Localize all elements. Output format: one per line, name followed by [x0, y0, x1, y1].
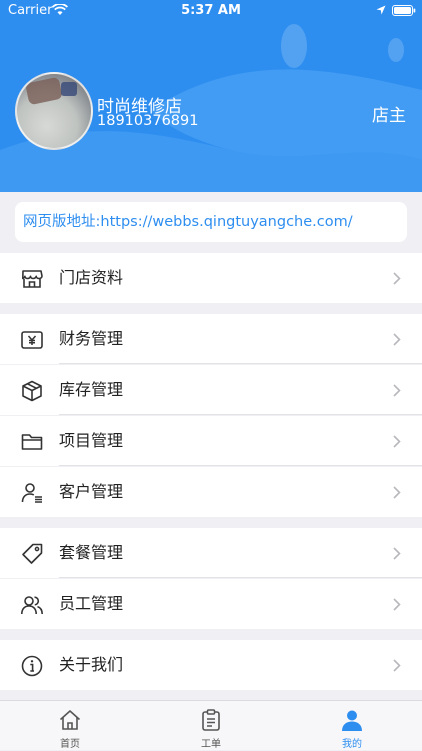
menu-item-label: 门店资料 — [59, 268, 124, 287]
chevron-right-icon — [393, 547, 401, 560]
menu-item-store-info[interactable]: 门店资料 — [0, 253, 422, 303]
menu-item-about[interactable]: 关于我们 — [0, 640, 422, 690]
tab-label: 工单 — [201, 739, 221, 750]
divider — [59, 577, 422, 578]
customer-list-icon — [21, 483, 42, 503]
status-bar: Carrier 5:37 AM — [0, 0, 422, 22]
menu-item-label: 项目管理 — [59, 431, 124, 450]
chevron-right-icon — [393, 659, 401, 672]
menu-item-inventory[interactable]: 库存管理 — [0, 365, 422, 415]
yen-icon — [21, 331, 43, 349]
tab-work-orders[interactable]: 工单 — [141, 701, 281, 751]
tag-icon — [22, 543, 43, 564]
tab-label: 我的 — [342, 739, 362, 750]
home-icon — [59, 710, 81, 730]
menu-item-label: 员工管理 — [59, 594, 124, 613]
profile-header: Carrier 5:37 AM 时尚维修店 18910376891 店主 — [0, 0, 422, 192]
staff-icon — [21, 596, 43, 615]
menu-item-finance[interactable]: 财务管理 — [0, 314, 422, 364]
location-arrow-icon — [376, 5, 386, 15]
clock: 5:37 AM — [181, 3, 241, 18]
avatar[interactable] — [15, 72, 93, 150]
menu-item-label: 库存管理 — [59, 380, 124, 399]
box-icon — [22, 380, 42, 402]
menu-item-label: 关于我们 — [59, 655, 124, 674]
clipboard-icon — [202, 709, 220, 731]
tab-mine[interactable]: 我的 — [282, 701, 422, 751]
chevron-right-icon — [393, 384, 401, 397]
folder-icon — [21, 434, 43, 450]
chevron-right-icon — [393, 272, 401, 285]
chevron-right-icon — [393, 486, 401, 499]
menu-item-projects[interactable]: 项目管理 — [0, 416, 422, 466]
divider — [59, 363, 422, 364]
menu-item-staff[interactable]: 员工管理 — [0, 579, 422, 629]
menu-item-label: 财务管理 — [59, 329, 124, 348]
web-url-card[interactable]: 网页版地址:https://webbs.qingtuyangche.com/ — [15, 202, 407, 242]
shop-phone: 18910376891 — [97, 113, 199, 129]
user-icon — [342, 710, 362, 731]
chevron-right-icon — [393, 435, 401, 448]
info-icon — [21, 655, 43, 677]
role-badge: 店主 — [372, 106, 406, 126]
tab-home[interactable]: 首页 — [0, 701, 140, 751]
chevron-right-icon — [393, 598, 401, 611]
menu-item-label: 套餐管理 — [59, 543, 124, 562]
tab-bar: 首页 工单 我的 — [0, 700, 422, 750]
menu-item-label: 客户管理 — [59, 482, 124, 501]
chevron-right-icon — [393, 333, 401, 346]
battery-icon — [392, 5, 416, 16]
divider — [59, 465, 422, 466]
menu-item-packages[interactable]: 套餐管理 — [0, 528, 422, 578]
store-icon — [22, 270, 43, 288]
tab-label: 首页 — [60, 739, 80, 750]
menu-item-customers[interactable]: 客户管理 — [0, 467, 422, 517]
divider — [59, 414, 422, 415]
